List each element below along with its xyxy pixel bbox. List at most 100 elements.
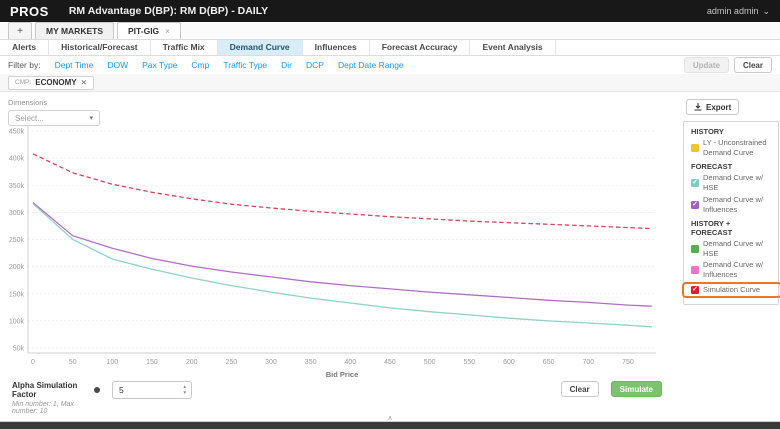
simulation-controls: Alpha Simulation Factor Min number: 1, M… [12,381,662,415]
alpha-factor-input[interactable]: 5 ▲ ▼ [112,381,192,399]
filter-link-cmp[interactable]: Cmp [191,60,209,70]
x-axis-tick-label: 300 [265,359,277,366]
pros-logo: PROS [10,3,49,19]
tab-historical-forecast[interactable]: Historical/Forecast [49,40,151,55]
checkbox-checked-icon[interactable]: ✓ [691,179,699,187]
module-tabs: Alerts Historical/Forecast Traffic Mix Dema… [0,40,780,56]
x-axis-title: Bid Price [326,370,359,378]
export-label: Export [706,102,732,112]
filter-by-label: Filter by: [8,60,41,70]
x-axis-tick-label: 150 [146,359,158,366]
chart-legend-panel: HISTORY LY - Unconstrained Demand Curve FO… [682,121,780,305]
legend-section-history-forecast: HISTORY + FORECAST [691,218,733,237]
y-axis-tick-label: 450k [9,129,25,136]
legend-item-ly-unconstrained-demand-curve[interactable]: LY - Unconstrained Demand Curve [691,138,771,158]
x-axis-tick-label: 100 [106,359,118,366]
legend-item-demand-curve-w-influences[interactable]: ✓ Demand Curve w/ Influences [691,195,771,215]
y-axis-tick-label: 300k [9,210,25,217]
tab-label: PIT-GIG [128,26,160,36]
close-tab-icon[interactable]: × [165,27,170,36]
legend-item-demand-curve-w-influences[interactable]: Demand Curve w/ Influences [691,260,771,280]
alpha-factor-label-text: Alpha Simulation Factor [12,381,78,399]
legend-item-label: Demand Curve w/ Influences [703,194,764,214]
tab-demand-curve[interactable]: Demand Curve [217,40,303,55]
filter-link-traffic-type[interactable]: Traffic Type [223,60,267,70]
filter-links: Dept Time DOW Pax Type Cmp Traffic Type Dir DC… [41,60,404,70]
legend-item-label: Demand Curve w/ HSE [703,173,764,192]
dimensions-label: Dimensions [8,98,48,107]
legend-swatch-icon[interactable] [691,244,699,253]
chevron-down-icon: ⌄ [762,5,770,16]
filter-link-dcp[interactable]: DCP [306,60,324,70]
tab-event-analysis[interactable]: Event Analysis [470,40,556,55]
y-axis-tick-label: 50k [13,346,25,353]
clear-filters-button[interactable]: Clear [733,57,772,73]
main-content: Dimensions Select... ▾ Export 450k 400k 35… [0,92,780,422]
filter-link-pax-type[interactable]: Pax Type [142,60,177,70]
chip-key: CMP: [15,79,32,86]
x-axis-tick-label: 450 [384,359,396,366]
demand-curve-w-influences-forecast-line [32,202,652,307]
legend-swatch-icon[interactable] [691,144,699,152]
x-axis-tick-label: 750 [622,359,634,366]
y-axis-tick-label: 100k [9,318,25,325]
legend-item-label: Demand Curve w/ HSE [703,238,764,258]
tab-alerts[interactable]: Alerts [0,40,50,55]
user-menu[interactable]: admin admin ⌄ [707,6,770,17]
clear-simulation-button[interactable]: Clear [560,381,599,397]
x-axis-tick-label: 200 [186,359,198,366]
checkbox-checked-icon[interactable]: ✓ [691,285,699,294]
legend-item-simulation-curve[interactable]: ✓ Simulation Curve [682,281,780,298]
chevron-down-icon: ▾ [89,115,93,122]
workspace-tab-pit-gig[interactable]: PIT-GIG × [117,22,181,39]
app-window: PROS RM Advantage D(BP): RM D(BP) - DAIL… [0,0,780,429]
x-axis-tick-label: 700 [582,359,594,366]
x-axis-tick-label: 650 [543,359,555,366]
update-button[interactable]: Update [683,57,729,73]
y-axis-tick-label: 400k [9,156,25,163]
y-axis-tick-label: 250k [9,237,25,244]
workspace-tabstrip: + MY MARKETS PIT-GIG × [0,22,780,40]
legend-section-forecast: FORECAST [691,162,733,171]
simulation-curve-line [32,153,652,230]
bottom-bar [0,421,780,429]
legend-section-history: HISTORY [691,127,724,136]
tab-traffic-mix[interactable]: Traffic Mix [151,40,218,55]
add-market-tab-button[interactable]: + [8,22,32,39]
checkbox-checked-icon[interactable]: ✓ [691,200,699,209]
legend-item-label: Demand Curve w/ Influences [703,260,764,279]
workspace-tab-my-markets[interactable]: MY MARKETS [35,22,114,39]
x-axis-tick-label: 400 [344,359,356,366]
legend-item-label: Simulation Curve [703,284,761,294]
export-button[interactable]: Export [686,99,740,115]
filter-link-dept-time[interactable]: Dept Time [55,60,94,70]
tab-forecast-accuracy[interactable]: Forecast Accuracy [370,40,471,55]
tab-label: MY MARKETS [46,26,103,36]
x-axis-tick-label: 0 [31,359,35,366]
page-title: RM Advantage D(BP): RM D(BP) - DAILY [68,5,269,17]
stepper-up-icon[interactable]: ▲ [183,384,187,390]
export-icon [694,103,702,111]
alpha-factor-label: Alpha Simulation Factor [12,381,100,399]
filter-link-dept-date-range[interactable]: Dept Date Range [338,60,404,70]
legend-item-demand-curve-w-hse[interactable]: Demand Curve w/ HSE [691,239,771,259]
active-filter-chips: CMP: ECONOMY ✕ [0,74,780,92]
user-name: admin admin [706,6,759,16]
filter-link-dir[interactable]: Dir [281,60,292,70]
x-axis-tick-label: 250 [225,359,237,366]
legend-swatch-icon[interactable] [691,266,699,274]
x-axis-tick-label: 50 [69,359,77,366]
alpha-factor-stepper: ▲ ▼ [183,382,187,398]
y-axis-tick-label: 200k [9,264,25,271]
demand-curve-w-hse-forecast-line [32,203,652,328]
legend-item-demand-curve-w-hse[interactable]: ✓ Demand Curve w/ HSE [691,173,771,193]
filter-link-dow[interactable]: DOW [107,60,128,70]
x-axis-tick-label: 500 [424,359,436,366]
remove-chip-icon[interactable]: ✕ [81,78,87,87]
filter-bar: Filter by: Dept Time DOW Pax Type Cmp Traffi… [0,56,780,74]
tab-influences[interactable]: Influences [303,40,370,55]
simulate-button[interactable]: Simulate [610,381,662,397]
filter-actions: Update Clear [683,57,772,73]
info-icon [94,387,100,393]
stepper-down-icon[interactable]: ▼ [183,390,187,396]
